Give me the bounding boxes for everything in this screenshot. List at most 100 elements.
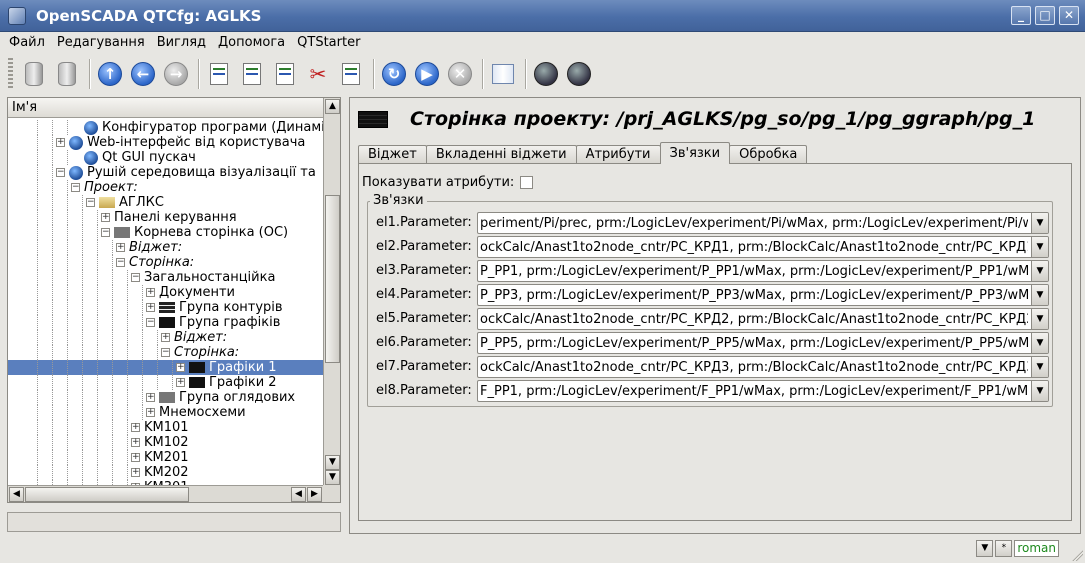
- copy-icon[interactable]: [270, 59, 300, 89]
- expand-icon[interactable]: +: [146, 408, 155, 417]
- dropdown-arrow-icon[interactable]: ▼: [1031, 381, 1048, 401]
- db-save-icon[interactable]: [52, 59, 82, 89]
- tree-item[interactable]: + Web-інтерфейс від користувача: [8, 135, 324, 150]
- link-value-text[interactable]: P_PP3, prm:/LogicLev/experiment/P_PP3/wM…: [480, 288, 1028, 303]
- link-value-text[interactable]: ockCalc/Anast1to2node_cntr/PC_КРД2, prm:…: [480, 312, 1028, 327]
- tree-item[interactable]: + KM101: [8, 420, 324, 435]
- tree-item[interactable]: + Мнемосхеми: [8, 405, 324, 420]
- db-load-icon[interactable]: [19, 59, 49, 89]
- tree-item[interactable]: − Рушій середовища візуалізації та: [8, 165, 324, 180]
- tree-item[interactable]: + Панелі керування: [8, 210, 324, 225]
- link-value-combo[interactable]: F_PP1, prm:/LogicLev/experiment/F_PP1/wM…: [477, 380, 1049, 402]
- expand-icon[interactable]: +: [161, 333, 170, 342]
- link-value-text[interactable]: ockCalc/Anast1to2node_cntr/PC_КРД1, prm:…: [480, 240, 1028, 255]
- collapse-icon[interactable]: −: [101, 228, 110, 237]
- add-item-icon[interactable]: [204, 59, 234, 89]
- tree-hscroll-thumb[interactable]: [25, 487, 189, 502]
- tree-horizontal-scrollbar[interactable]: ◀ ◀ ▶: [8, 485, 324, 502]
- tree-item[interactable]: + KM202: [8, 465, 324, 480]
- scroll-up-icon[interactable]: ▲: [325, 99, 340, 114]
- tree-item[interactable]: − Корнева сторінка (ОС): [8, 225, 324, 240]
- tree-item[interactable]: + Група контурів: [8, 300, 324, 315]
- expand-icon[interactable]: +: [101, 213, 110, 222]
- link-value-text[interactable]: P_PP1, prm:/LogicLev/experiment/P_PP1/wM…: [480, 264, 1028, 279]
- tree-vscroll-thumb[interactable]: [325, 195, 340, 363]
- tree-item[interactable]: + Документи: [8, 285, 324, 300]
- menu-help[interactable]: Допомога: [218, 35, 285, 50]
- scroll-right-icon[interactable]: ▶: [307, 487, 322, 502]
- dropdown-arrow-icon[interactable]: ▼: [1031, 213, 1048, 233]
- collapse-icon[interactable]: −: [131, 273, 140, 282]
- dropdown-arrow-icon[interactable]: ▼: [1031, 261, 1048, 281]
- link-value-combo[interactable]: P_PP1, prm:/LogicLev/experiment/P_PP1/wM…: [477, 260, 1049, 282]
- tree-item[interactable]: − АГЛКС: [8, 195, 324, 210]
- start-icon[interactable]: ▶: [412, 59, 442, 89]
- scroll-down-icon[interactable]: ▼: [325, 470, 340, 485]
- expand-icon[interactable]: +: [131, 423, 140, 432]
- forward-icon[interactable]: →: [161, 59, 191, 89]
- menu-edit[interactable]: Редагування: [57, 35, 145, 50]
- expand-icon[interactable]: +: [131, 453, 140, 462]
- tree-column-header[interactable]: Ім'я: [8, 98, 324, 118]
- panel-splitter[interactable]: [343, 97, 347, 537]
- expand-icon[interactable]: +: [131, 468, 140, 477]
- dropdown-arrow-icon[interactable]: ▼: [1031, 285, 1048, 305]
- expand-icon[interactable]: +: [176, 378, 185, 387]
- stop-icon[interactable]: ✕: [445, 59, 475, 89]
- tab-processing[interactable]: Обробка: [729, 145, 808, 164]
- back-icon[interactable]: ←: [128, 59, 158, 89]
- tree-item[interactable]: + Віджет:: [8, 330, 324, 345]
- tab-widget[interactable]: Віджет: [358, 145, 427, 164]
- dropdown-arrow-icon[interactable]: ▼: [1031, 333, 1048, 353]
- expand-icon[interactable]: +: [176, 363, 185, 372]
- scroll-left-icon[interactable]: ◀: [9, 487, 24, 502]
- vision-tool-icon[interactable]: [531, 59, 561, 89]
- tree-item[interactable]: + Графіки 2: [8, 375, 324, 390]
- dropdown-arrow-icon[interactable]: ▼: [1031, 309, 1048, 329]
- expand-icon[interactable]: +: [116, 243, 125, 252]
- current-user[interactable]: roman: [1014, 540, 1059, 557]
- status-menu-icon[interactable]: ▼: [976, 540, 994, 557]
- link-value-text[interactable]: F_PP1, prm:/LogicLev/experiment/F_PP1/wM…: [480, 384, 1028, 399]
- status-star-indicator[interactable]: *: [995, 540, 1013, 557]
- link-value-combo[interactable]: P_PP3, prm:/LogicLev/experiment/P_PP3/wM…: [477, 284, 1049, 306]
- close-button[interactable]: ✕: [1059, 6, 1079, 25]
- scroll-left-icon[interactable]: ◀: [291, 487, 306, 502]
- link-value-combo[interactable]: ockCalc/Anast1to2node_cntr/PC_КРД3, prm:…: [477, 356, 1049, 378]
- dropdown-arrow-icon[interactable]: ▼: [1031, 237, 1048, 257]
- link-value-text[interactable]: ockCalc/Anast1to2node_cntr/PC_КРД3, prm:…: [480, 360, 1028, 375]
- link-value-text[interactable]: P_PP5, prm:/LogicLev/experiment/P_PP5/wM…: [480, 336, 1028, 351]
- tree-item[interactable]: + Група оглядових: [8, 390, 324, 405]
- tree-item[interactable]: + Графіки 1: [8, 360, 324, 375]
- expand-icon[interactable]: +: [146, 393, 155, 402]
- dropdown-arrow-icon[interactable]: ▼: [1031, 357, 1048, 377]
- delete-item-icon[interactable]: [237, 59, 267, 89]
- collapse-icon[interactable]: −: [161, 348, 170, 357]
- minimize-button[interactable]: _: [1011, 6, 1031, 25]
- cut-icon[interactable]: ✂: [303, 59, 333, 89]
- collapse-icon[interactable]: −: [86, 198, 95, 207]
- tree-item[interactable]: Конфігуратор програми (Динамічн: [8, 120, 324, 135]
- tree-item[interactable]: + KM102: [8, 435, 324, 450]
- tree-item[interactable]: Qt GUI пускач: [8, 150, 324, 165]
- paste-icon[interactable]: [336, 59, 366, 89]
- expand-icon[interactable]: +: [146, 288, 155, 297]
- collapse-icon[interactable]: −: [146, 318, 155, 327]
- link-value-combo[interactable]: ockCalc/Anast1to2node_cntr/PC_КРД2, prm:…: [477, 308, 1049, 330]
- tree-item[interactable]: − Сторінка:: [8, 255, 324, 270]
- expand-icon[interactable]: +: [56, 138, 65, 147]
- tree-vertical-scrollbar[interactable]: ▲ ▼ ▼: [323, 98, 340, 487]
- link-value-combo[interactable]: P_PP5, prm:/LogicLev/experiment/P_PP5/wM…: [477, 332, 1049, 354]
- refresh-icon[interactable]: ↻: [379, 59, 409, 89]
- menu-file[interactable]: Файл: [9, 35, 45, 50]
- toolbar-grip[interactable]: [8, 58, 13, 90]
- help-book-icon[interactable]: [488, 59, 518, 89]
- menu-qtstarter[interactable]: QTStarter: [297, 35, 360, 50]
- expand-icon[interactable]: +: [146, 303, 155, 312]
- up-icon[interactable]: ↑: [95, 59, 125, 89]
- tree-item[interactable]: − Група графіків: [8, 315, 324, 330]
- tree-item[interactable]: + Віджет:: [8, 240, 324, 255]
- maximize-button[interactable]: □: [1035, 6, 1055, 25]
- tree-item[interactable]: − Загальностанційка: [8, 270, 324, 285]
- tab-attributes[interactable]: Атрибути: [575, 145, 661, 164]
